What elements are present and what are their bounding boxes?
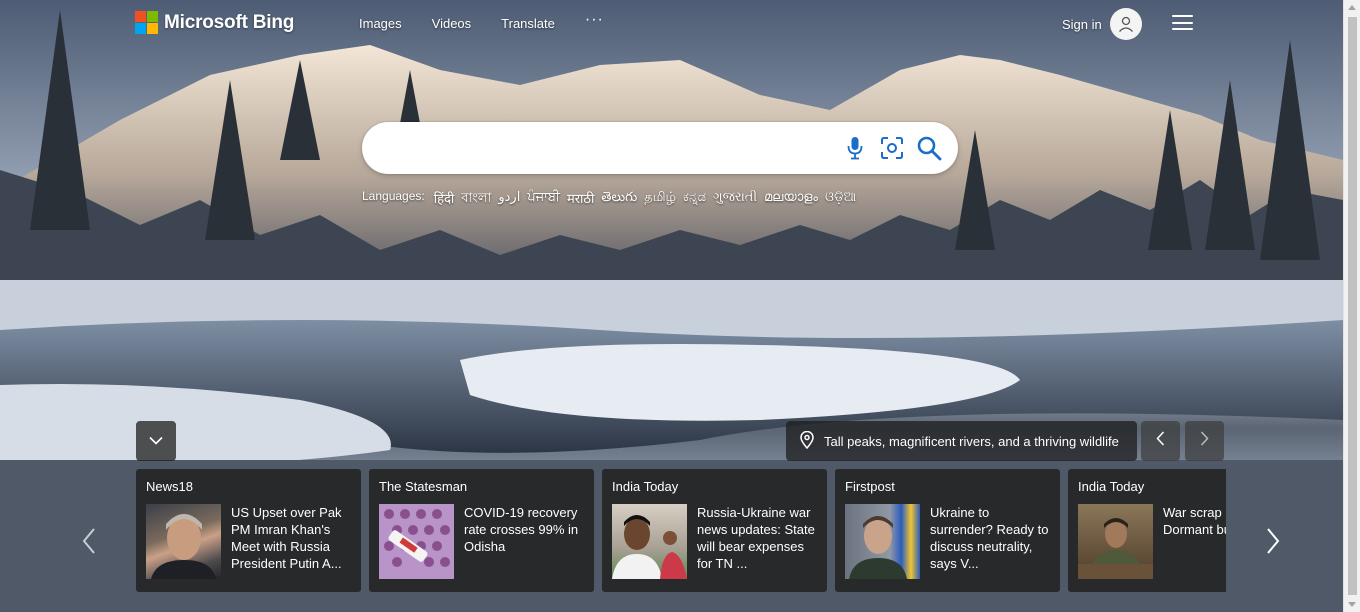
- microsoft-logo-icon: [135, 11, 158, 34]
- scroll-up-arrow-icon[interactable]: [1348, 5, 1356, 10]
- news-thumbnail: [146, 504, 221, 579]
- news-title: Ukraine to surrender? Ready to discuss n…: [930, 505, 1049, 571]
- scrollbar-thumb[interactable]: [1348, 17, 1357, 595]
- news-carousel-next-button[interactable]: [1262, 525, 1284, 557]
- nav-images[interactable]: Images: [359, 16, 402, 34]
- bing-logo[interactable]: Microsoft Bing: [135, 11, 294, 34]
- language-link[interactable]: ଓଡ଼ିଆ: [825, 189, 856, 210]
- news-source: India Today: [1078, 479, 1145, 494]
- image-caption-button[interactable]: Tall peaks, magnificent rivers, and a th…: [786, 421, 1137, 461]
- language-link[interactable]: తెలుగు: [601, 189, 637, 210]
- news-title: War scrap r Dormant bu: [1163, 505, 1226, 537]
- hamburger-line: [1172, 15, 1193, 17]
- news-card[interactable]: Firstpost Ukraine to surrender? Ready to…: [835, 469, 1060, 592]
- news-card[interactable]: India Today Russia-Ukraine war news upda…: [602, 469, 827, 592]
- collapse-feed-button[interactable]: [136, 421, 176, 461]
- news-carousel-prev-button[interactable]: [78, 525, 100, 557]
- language-link[interactable]: اردو: [498, 189, 520, 210]
- language-link[interactable]: ಕನ್ನಡ: [683, 189, 706, 210]
- image-caption-text: Tall peaks, magnificent rivers, and a th…: [824, 433, 1119, 449]
- chevron-right-icon: [1200, 431, 1209, 451]
- visual-search-icon[interactable]: [879, 135, 905, 161]
- news-source: Firstpost: [845, 479, 895, 494]
- chevron-left-icon: [1156, 431, 1165, 451]
- news-thumbnail: [612, 504, 687, 579]
- microphone-icon[interactable]: [842, 135, 868, 161]
- language-link[interactable]: മലയാളം: [764, 189, 818, 210]
- news-carousel: News18 US Upset over Pak PM Imran Khan's…: [136, 469, 1226, 592]
- language-link[interactable]: தமிழ்: [644, 189, 676, 210]
- news-source: News18: [146, 479, 193, 494]
- news-title: Russia-Ukraine war news updates: State w…: [697, 505, 815, 571]
- news-card[interactable]: The Statesman COVID-19 recovery rate cro…: [369, 469, 594, 592]
- sign-in-label: Sign in: [1062, 16, 1102, 32]
- news-title: US Upset over Pak PM Imran Khan's Meet w…: [231, 505, 342, 571]
- hamburger-menu-icon[interactable]: [1172, 15, 1193, 30]
- search-input[interactable]: [382, 134, 832, 162]
- top-nav: Images Videos Translate ···: [359, 11, 604, 34]
- brand-name: Microsoft Bing: [164, 11, 295, 33]
- language-links: Languages: हिंदी বাংলা اردو ਪੰਜਾਬੀ मराठी…: [362, 189, 856, 210]
- chevron-down-icon: [149, 432, 163, 450]
- languages-label: Languages:: [362, 189, 425, 203]
- news-track: News18 US Upset over Pak PM Imran Khan's…: [136, 469, 1226, 592]
- search-icon[interactable]: [916, 135, 942, 161]
- news-thumbnail: [845, 504, 920, 579]
- avatar-icon: [1109, 8, 1142, 40]
- news-thumbnail: [1078, 504, 1153, 579]
- news-card[interactable]: India Today War scrap r Dormant bu: [1068, 469, 1226, 592]
- news-card[interactable]: News18 US Upset over Pak PM Imran Khan's…: [136, 469, 361, 592]
- language-link[interactable]: मराठी: [567, 189, 594, 210]
- news-thumbnail: [379, 504, 454, 579]
- previous-image-button[interactable]: [1141, 421, 1180, 461]
- news-source: The Statesman: [379, 479, 468, 494]
- scroll-down-arrow-icon[interactable]: [1348, 602, 1356, 607]
- next-image-button[interactable]: [1185, 421, 1224, 461]
- location-pin-icon: [800, 430, 814, 452]
- news-title: COVID-19 recovery rate crosses 99% in Od…: [464, 505, 579, 554]
- news-source: India Today: [612, 479, 679, 494]
- nav-videos[interactable]: Videos: [432, 16, 472, 34]
- hamburger-line: [1172, 21, 1193, 24]
- hamburger-line: [1172, 28, 1193, 30]
- page-scrollbar[interactable]: [1343, 0, 1360, 612]
- language-link[interactable]: हिंदी: [434, 189, 455, 210]
- more-menu-button[interactable]: ···: [585, 11, 604, 29]
- language-link[interactable]: বাংলা: [461, 189, 491, 210]
- sign-in-button[interactable]: Sign in: [1062, 8, 1142, 40]
- language-link[interactable]: ਪੰਜਾਬੀ: [527, 189, 560, 210]
- search-box: [362, 122, 958, 174]
- language-link[interactable]: ગુજરાતી: [713, 189, 757, 210]
- nav-translate[interactable]: Translate: [501, 16, 555, 34]
